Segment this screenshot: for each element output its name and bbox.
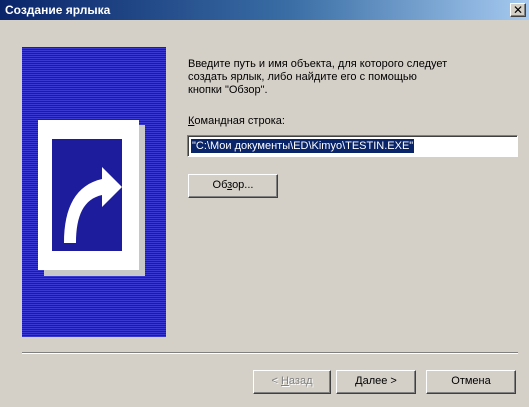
next-button[interactable]: Далее > — [336, 370, 416, 394]
create-shortcut-dialog: Создание ярлыка ✕ Введите путь и имя объ… — [0, 0, 529, 407]
browse-label-pre: Об — [212, 179, 228, 191]
cancel-label: Отмена — [451, 375, 491, 387]
wizard-banner — [22, 47, 166, 337]
back-label-mnemonic: Н — [280, 375, 289, 387]
shortcut-arrow-icon — [38, 120, 145, 276]
instructions-text: Введите путь и имя объекта, для которого… — [188, 58, 448, 96]
back-button[interactable]: < Назад — [253, 370, 331, 394]
cancel-button[interactable]: Отмена — [426, 370, 516, 394]
title-bar[interactable]: Создание ярлыка ✕ — [0, 0, 529, 20]
back-label-pre: < — [271, 375, 281, 387]
next-label: Далее > — [355, 375, 397, 387]
back-label-post: азад — [288, 375, 313, 387]
command-line-label-rest: омандная строка: — [194, 115, 285, 127]
command-line-value: "C:\Мои документы\ED\Kimyo\TESTIN.EXE" — [191, 139, 415, 153]
separator-line — [22, 352, 518, 354]
command-line-label: Командная строка: — [188, 115, 285, 128]
command-line-input[interactable]: "C:\Мои документы\ED\Kimyo\TESTIN.EXE" — [187, 135, 518, 157]
close-button[interactable]: ✕ — [510, 3, 526, 17]
browse-button[interactable]: Обзор... — [188, 174, 278, 198]
close-icon: ✕ — [512, 3, 524, 17]
browse-label-post: ор... — [232, 179, 254, 191]
window-title: Создание ярлыка — [5, 3, 111, 17]
